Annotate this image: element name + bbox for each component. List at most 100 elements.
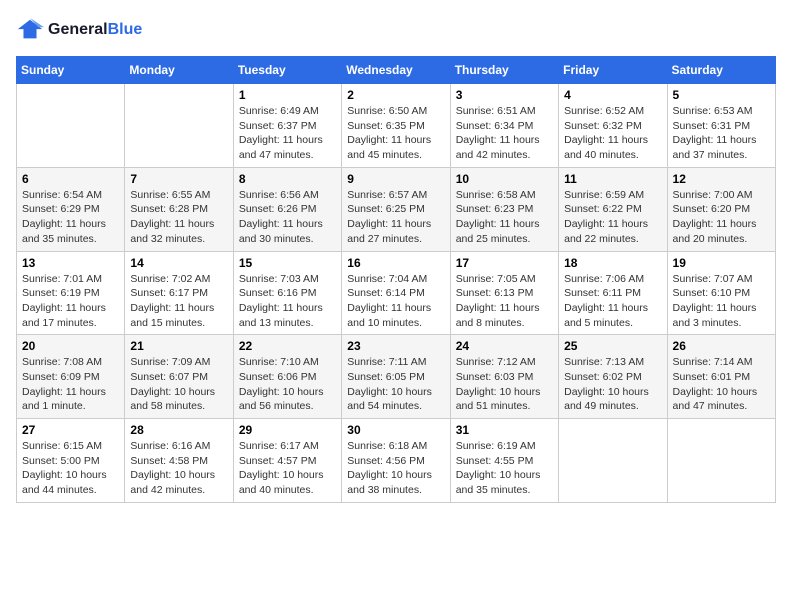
calendar-header-saturday: Saturday <box>667 57 775 84</box>
day-info: Sunrise: 6:52 AM Sunset: 6:32 PM Dayligh… <box>564 104 661 163</box>
calendar-cell: 9 Sunrise: 6:57 AM Sunset: 6:25 PM Daylig… <box>342 167 450 251</box>
day-number: 9 <box>347 172 444 186</box>
day-number: 3 <box>456 88 553 102</box>
day-number: 22 <box>239 339 336 353</box>
calendar-cell: 22 Sunrise: 7:10 AM Sunset: 6:06 PM Dayli… <box>233 335 341 419</box>
calendar-cell: 10 Sunrise: 6:58 AM Sunset: 6:23 PM Dayli… <box>450 167 558 251</box>
day-info: Sunrise: 6:18 AM Sunset: 4:56 PM Dayligh… <box>347 439 444 498</box>
calendar-cell: 20Sunrise: 7:08 AM Sunset: 6:09 PM Dayli… <box>17 335 125 419</box>
day-number: 31 <box>456 423 553 437</box>
day-info: Sunrise: 6:16 AM Sunset: 4:58 PM Dayligh… <box>130 439 227 498</box>
calendar-week-1: 1 Sunrise: 6:49 AM Sunset: 6:37 PM Daylig… <box>17 84 776 168</box>
calendar-cell: 15Sunrise: 7:03 AM Sunset: 6:16 PM Dayli… <box>233 251 341 335</box>
calendar-table: SundayMondayTuesdayWednesdayThursdayFrid… <box>16 56 776 503</box>
calendar-cell: 21 Sunrise: 7:09 AM Sunset: 6:07 PM Dayli… <box>125 335 233 419</box>
calendar-cell: 17 Sunrise: 7:05 AM Sunset: 6:13 PM Dayli… <box>450 251 558 335</box>
calendar-cell <box>125 84 233 168</box>
calendar-header-friday: Friday <box>559 57 667 84</box>
day-number: 23 <box>347 339 444 353</box>
day-info: Sunrise: 6:50 AM Sunset: 6:35 PM Dayligh… <box>347 104 444 163</box>
day-number: 14 <box>130 256 227 270</box>
day-info: Sunrise: 7:05 AM Sunset: 6:13 PM Dayligh… <box>456 272 553 331</box>
day-info: Sunrise: 7:03 AM Sunset: 6:16 PM Dayligh… <box>239 272 336 331</box>
day-info: Sunrise: 6:53 AM Sunset: 6:31 PM Dayligh… <box>673 104 770 163</box>
calendar-cell: 28Sunrise: 6:16 AM Sunset: 4:58 PM Dayli… <box>125 419 233 503</box>
day-number: 21 <box>130 339 227 353</box>
calendar-week-3: 13 Sunrise: 7:01 AM Sunset: 6:19 PM Dayli… <box>17 251 776 335</box>
day-info: Sunrise: 7:12 AM Sunset: 6:03 PM Dayligh… <box>456 355 553 414</box>
day-info: Sunrise: 6:59 AM Sunset: 6:22 PM Dayligh… <box>564 188 661 247</box>
calendar-cell: 2 Sunrise: 6:50 AM Sunset: 6:35 PM Daylig… <box>342 84 450 168</box>
calendar-cell: 24 Sunrise: 7:12 AM Sunset: 6:03 PM Dayli… <box>450 335 558 419</box>
day-info: Sunrise: 7:13 AM Sunset: 6:02 PM Dayligh… <box>564 355 661 414</box>
calendar-cell: 25 Sunrise: 7:13 AM Sunset: 6:02 PM Dayli… <box>559 335 667 419</box>
day-info: Sunrise: 7:00 AM Sunset: 6:20 PM Dayligh… <box>673 188 770 247</box>
day-number: 18 <box>564 256 661 270</box>
day-number: 2 <box>347 88 444 102</box>
day-info: Sunrise: 6:55 AM Sunset: 6:28 PM Dayligh… <box>130 188 227 247</box>
calendar-cell: 11 Sunrise: 6:59 AM Sunset: 6:22 PM Dayli… <box>559 167 667 251</box>
calendar-cell: 5 Sunrise: 6:53 AM Sunset: 6:31 PM Daylig… <box>667 84 775 168</box>
day-number: 16 <box>347 256 444 270</box>
day-number: 13 <box>22 256 119 270</box>
day-number: 8 <box>239 172 336 186</box>
calendar-cell: 18 Sunrise: 7:06 AM Sunset: 6:11 PM Dayli… <box>559 251 667 335</box>
day-info: Sunrise: 7:04 AM Sunset: 6:14 PM Dayligh… <box>347 272 444 331</box>
day-info: Sunrise: 6:54 AM Sunset: 6:29 PM Dayligh… <box>22 188 119 247</box>
day-number: 29 <box>239 423 336 437</box>
calendar-cell: 23 Sunrise: 7:11 AM Sunset: 6:05 PM Dayli… <box>342 335 450 419</box>
day-info: Sunrise: 6:49 AM Sunset: 6:37 PM Dayligh… <box>239 104 336 163</box>
day-info: Sunrise: 7:11 AM Sunset: 6:05 PM Dayligh… <box>347 355 444 414</box>
day-number: 5 <box>673 88 770 102</box>
day-number: 27 <box>22 423 119 437</box>
calendar-cell: 14 Sunrise: 7:02 AM Sunset: 6:17 PM Dayli… <box>125 251 233 335</box>
calendar-cell: 1 Sunrise: 6:49 AM Sunset: 6:37 PM Daylig… <box>233 84 341 168</box>
calendar-cell: 13 Sunrise: 7:01 AM Sunset: 6:19 PM Dayli… <box>17 251 125 335</box>
day-info: Sunrise: 6:19 AM Sunset: 4:55 PM Dayligh… <box>456 439 553 498</box>
day-number: 30 <box>347 423 444 437</box>
day-number: 19 <box>673 256 770 270</box>
logo: GeneralBlue <box>16 16 142 44</box>
day-info: Sunrise: 6:57 AM Sunset: 6:25 PM Dayligh… <box>347 188 444 247</box>
calendar-cell: 26Sunrise: 7:14 AM Sunset: 6:01 PM Dayli… <box>667 335 775 419</box>
day-number: 17 <box>456 256 553 270</box>
day-info: Sunrise: 7:02 AM Sunset: 6:17 PM Dayligh… <box>130 272 227 331</box>
calendar-cell <box>667 419 775 503</box>
day-number: 6 <box>22 172 119 186</box>
day-info: Sunrise: 6:15 AM Sunset: 5:00 PM Dayligh… <box>22 439 119 498</box>
day-info: Sunrise: 6:17 AM Sunset: 4:57 PM Dayligh… <box>239 439 336 498</box>
day-info: Sunrise: 6:56 AM Sunset: 6:26 PM Dayligh… <box>239 188 336 247</box>
day-info: Sunrise: 7:08 AM Sunset: 6:09 PM Dayligh… <box>22 355 119 414</box>
calendar-cell <box>17 84 125 168</box>
day-info: Sunrise: 6:58 AM Sunset: 6:23 PM Dayligh… <box>456 188 553 247</box>
day-info: Sunrise: 6:51 AM Sunset: 6:34 PM Dayligh… <box>456 104 553 163</box>
day-number: 24 <box>456 339 553 353</box>
calendar-header-thursday: Thursday <box>450 57 558 84</box>
day-number: 12 <box>673 172 770 186</box>
logo-icon <box>16 16 44 44</box>
calendar-header-monday: Monday <box>125 57 233 84</box>
day-number: 11 <box>564 172 661 186</box>
calendar-header-row: SundayMondayTuesdayWednesdayThursdayFrid… <box>17 57 776 84</box>
logo-text: GeneralBlue <box>48 21 142 39</box>
day-info: Sunrise: 7:07 AM Sunset: 6:10 PM Dayligh… <box>673 272 770 331</box>
day-info: Sunrise: 7:10 AM Sunset: 6:06 PM Dayligh… <box>239 355 336 414</box>
page-header: GeneralBlue <box>16 16 776 44</box>
day-number: 7 <box>130 172 227 186</box>
calendar-header-wednesday: Wednesday <box>342 57 450 84</box>
day-number: 10 <box>456 172 553 186</box>
calendar-week-4: 20Sunrise: 7:08 AM Sunset: 6:09 PM Dayli… <box>17 335 776 419</box>
calendar-body: 1 Sunrise: 6:49 AM Sunset: 6:37 PM Daylig… <box>17 84 776 503</box>
calendar-cell: 7 Sunrise: 6:55 AM Sunset: 6:28 PM Daylig… <box>125 167 233 251</box>
calendar-cell: 8 Sunrise: 6:56 AM Sunset: 6:26 PM Daylig… <box>233 167 341 251</box>
calendar-header-tuesday: Tuesday <box>233 57 341 84</box>
calendar-cell: 29 Sunrise: 6:17 AM Sunset: 4:57 PM Dayli… <box>233 419 341 503</box>
day-info: Sunrise: 7:01 AM Sunset: 6:19 PM Dayligh… <box>22 272 119 331</box>
day-info: Sunrise: 7:06 AM Sunset: 6:11 PM Dayligh… <box>564 272 661 331</box>
day-info: Sunrise: 7:09 AM Sunset: 6:07 PM Dayligh… <box>130 355 227 414</box>
calendar-cell: 4Sunrise: 6:52 AM Sunset: 6:32 PM Daylig… <box>559 84 667 168</box>
day-number: 1 <box>239 88 336 102</box>
day-number: 25 <box>564 339 661 353</box>
calendar-week-5: 27 Sunrise: 6:15 AM Sunset: 5:00 PM Dayli… <box>17 419 776 503</box>
calendar-cell: 19 Sunrise: 7:07 AM Sunset: 6:10 PM Dayli… <box>667 251 775 335</box>
